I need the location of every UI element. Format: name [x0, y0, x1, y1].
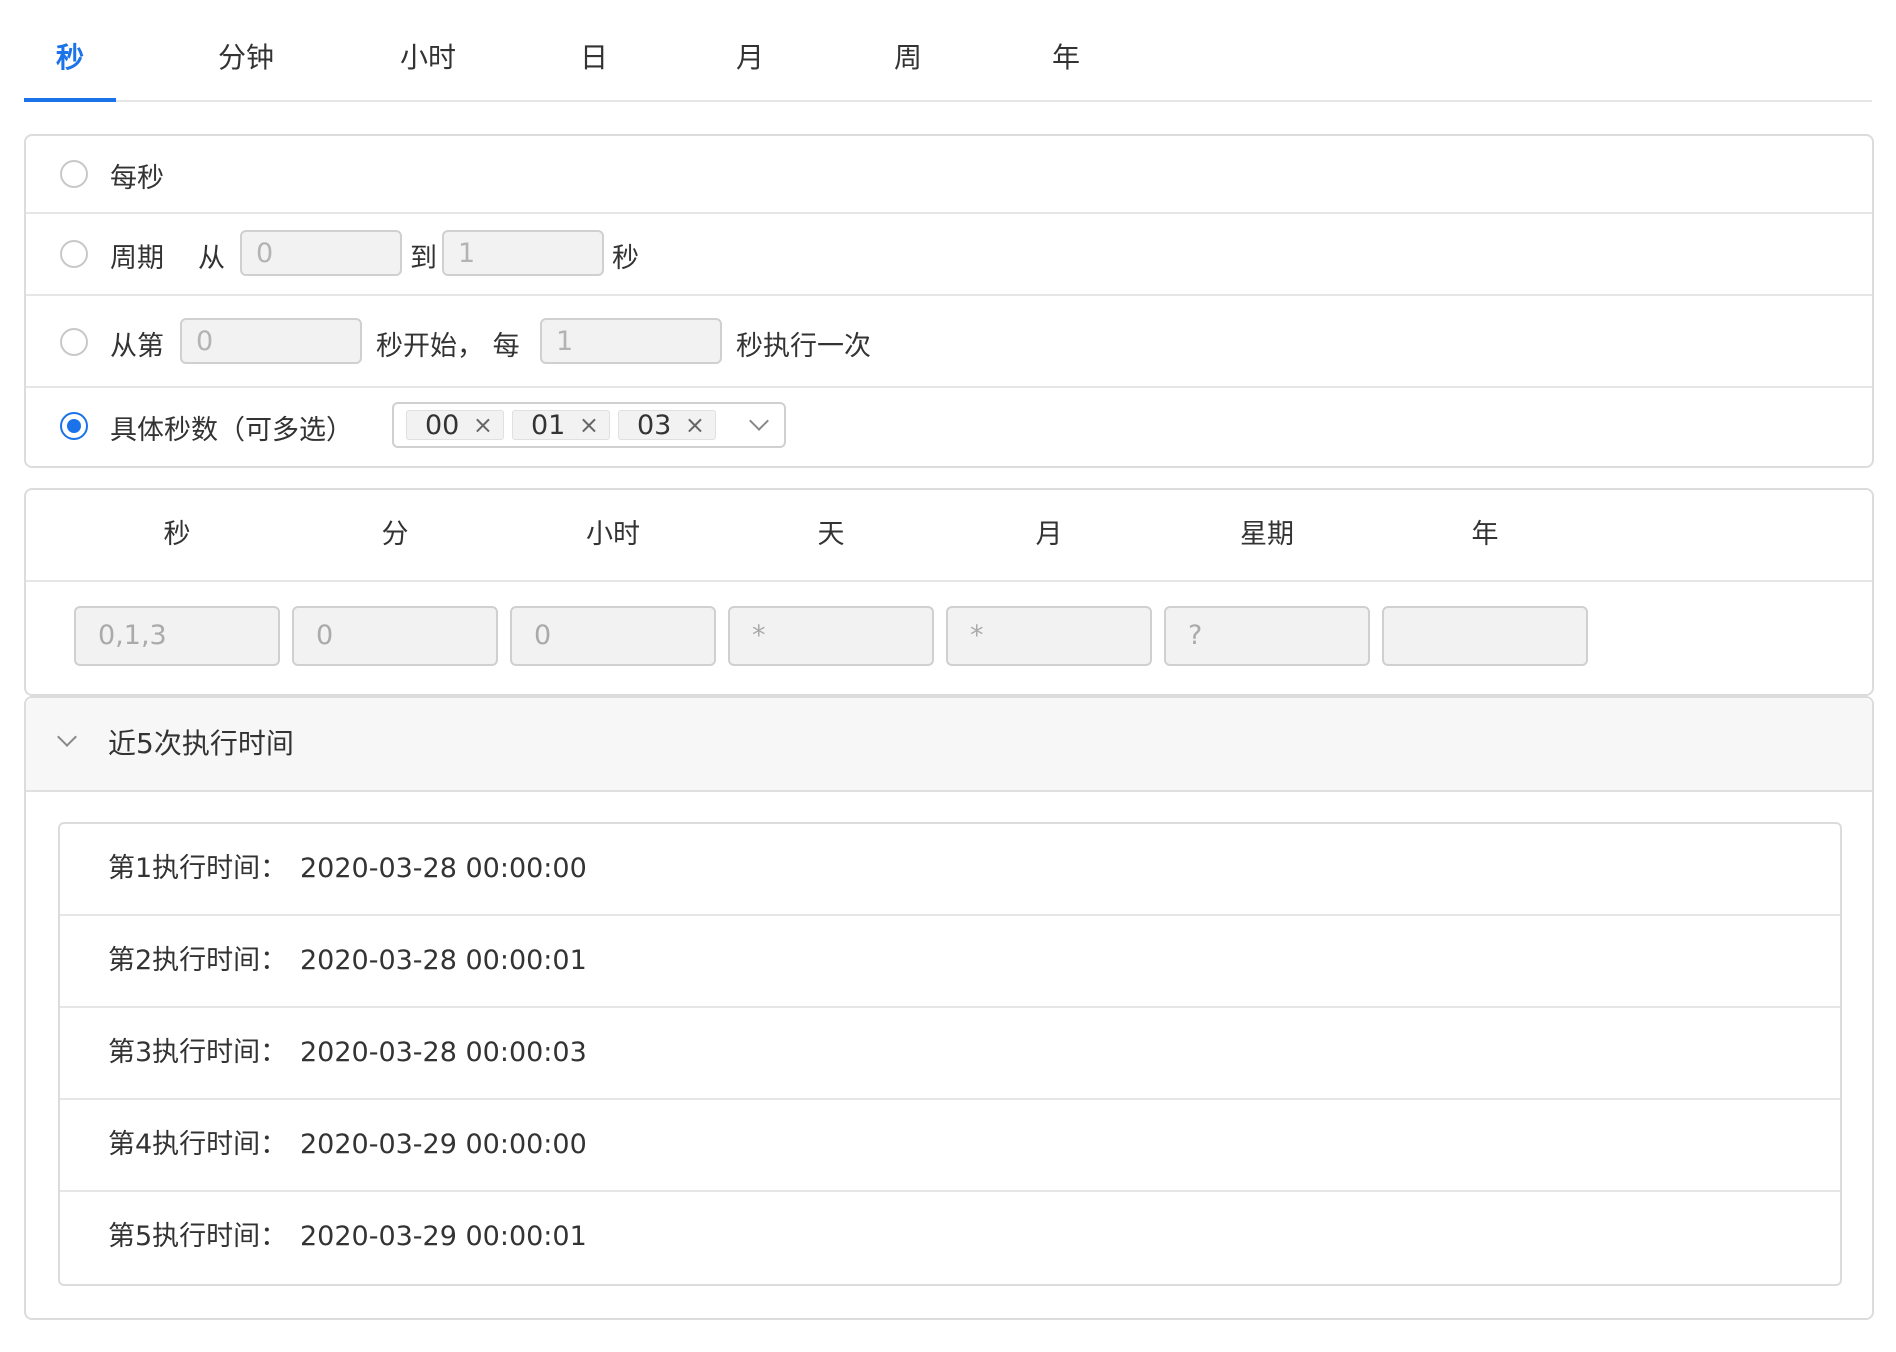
cron-minute-field: 0 [292, 606, 498, 666]
interval-step-input[interactable] [540, 318, 722, 364]
recent-runs-title: 近5次执行时间 [108, 727, 294, 760]
cron-day-field: * [728, 606, 934, 666]
run-time: 2020-03-29 00:00:01 [300, 1221, 587, 1252]
cron-second-field: 0,1,3 [74, 606, 280, 666]
second-options: 每秒 周期 从 到 秒 从第 秒开始， 每 秒执行一次 具体秒数（可多选） 00 [24, 134, 1874, 468]
cycle-from-label: 从 [198, 243, 225, 274]
recent-runs-panel: 近5次执行时间 第1执行时间： 2020-03-28 00:00:00 第2执行… [24, 696, 1874, 1320]
tag-close-icon[interactable]: × [685, 411, 705, 439]
interval-start-input[interactable] [180, 318, 362, 364]
cycle-to-label: 到 [410, 243, 437, 274]
list-item: 第1执行时间： 2020-03-28 00:00:00 [60, 824, 1840, 916]
tag-close-icon[interactable]: × [473, 411, 493, 439]
option-every-second: 每秒 [26, 136, 1872, 214]
cycle-from-input[interactable] [240, 230, 402, 276]
run-time: 2020-03-29 00:00:00 [300, 1129, 587, 1160]
run-time: 2020-03-28 00:00:00 [300, 853, 587, 884]
selected-tag: 03 × [618, 410, 716, 441]
radio-cycle[interactable] [60, 240, 88, 268]
list-item: 第2执行时间： 2020-03-28 00:00:01 [60, 916, 1840, 1008]
run-label: 第5执行时间： [108, 1221, 288, 1252]
list-item: 第4执行时间： 2020-03-29 00:00:00 [60, 1100, 1840, 1192]
list-item: 第5执行时间： 2020-03-29 00:00:01 [60, 1192, 1840, 1282]
tab-week[interactable]: 周 [862, 0, 954, 100]
specific-seconds-select[interactable]: 00 × 01 × 03 × [392, 402, 786, 448]
cycle-unit-label: 秒 [612, 243, 639, 274]
col-minute: 分 [381, 519, 409, 550]
selected-tag-label: 03 [637, 410, 672, 441]
radio-interval[interactable] [60, 328, 88, 356]
radio-every-second[interactable] [60, 160, 88, 188]
col-day: 天 [817, 519, 845, 550]
recent-runs-list: 第1执行时间： 2020-03-28 00:00:00 第2执行时间： 2020… [58, 822, 1842, 1286]
tab-hour[interactable]: 小时 [382, 0, 474, 100]
list-item: 第3执行时间： 2020-03-28 00:00:03 [60, 1008, 1840, 1100]
selected-tag-label: 00 [425, 410, 460, 441]
interval-middle-label: 秒开始， 每 [376, 331, 520, 362]
tab-second[interactable]: 秒 [24, 0, 116, 102]
col-year: 年 [1471, 519, 1499, 550]
col-hour: 小时 [586, 519, 640, 550]
recent-runs-header[interactable]: 近5次执行时间 [26, 698, 1872, 792]
cron-hour-field: 0 [510, 606, 716, 666]
tag-close-icon[interactable]: × [579, 411, 599, 439]
run-time: 2020-03-28 00:00:03 [300, 1037, 587, 1068]
option-interval: 从第 秒开始， 每 秒执行一次 [26, 294, 1872, 388]
option-cycle: 周期 从 到 秒 [26, 212, 1872, 296]
option-specific-label: 具体秒数（可多选） [110, 415, 353, 446]
selected-tag: 00 × [406, 410, 504, 441]
cron-year-field [1382, 606, 1588, 666]
tab-minute[interactable]: 分钟 [200, 0, 292, 100]
cron-weekday-field: ? [1164, 606, 1370, 666]
col-second: 秒 [163, 519, 191, 550]
cron-editor: 秒 分钟 小时 日 月 周 年 每秒 周期 从 到 秒 从第 秒开始， 每 秒执… [0, 0, 1896, 1352]
run-label: 第4执行时间： [108, 1129, 288, 1160]
cycle-to-input[interactable] [442, 230, 604, 276]
radio-specific[interactable] [60, 412, 88, 440]
interval-suffix-label: 秒执行一次 [736, 331, 871, 362]
option-specific: 具体秒数（可多选） 00 × 01 × 03 × [26, 386, 1872, 466]
cron-header-row: 秒 分 小时 天 月 星期 年 [26, 490, 1872, 582]
run-label: 第1执行时间： [108, 853, 288, 884]
selected-tag: 01 × [512, 410, 610, 441]
col-weekday: 星期 [1240, 519, 1294, 550]
chevron-down-icon[interactable] [749, 411, 769, 431]
option-interval-label: 从第 [110, 331, 164, 362]
option-every-label: 每秒 [110, 163, 164, 194]
run-time: 2020-03-28 00:00:01 [300, 945, 587, 976]
cron-expression: 秒 分 小时 天 月 星期 年 0,1,3 0 0 * * ? [24, 488, 1874, 696]
tab-month[interactable]: 月 [704, 0, 796, 100]
option-cycle-label: 周期 [110, 243, 164, 274]
unit-tabs: 秒 分钟 小时 日 月 周 年 [24, 0, 1872, 102]
run-label: 第3执行时间： [108, 1037, 288, 1068]
tab-year[interactable]: 年 [1020, 0, 1112, 100]
tab-day[interactable]: 日 [548, 0, 640, 100]
selected-tag-label: 01 [531, 410, 566, 441]
col-month: 月 [1035, 519, 1063, 550]
run-label: 第2执行时间： [108, 945, 288, 976]
cron-month-field: * [946, 606, 1152, 666]
chevron-down-icon [57, 727, 77, 747]
